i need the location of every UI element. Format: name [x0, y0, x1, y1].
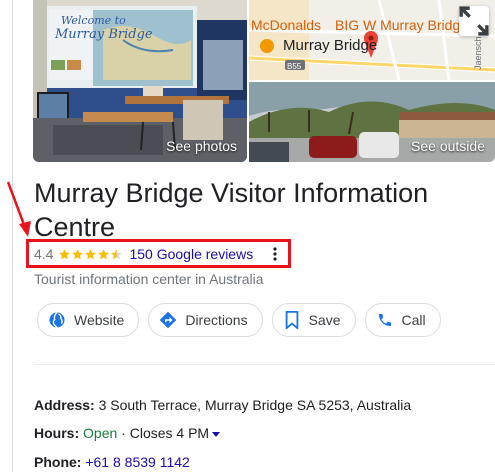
bookmark-icon: [283, 311, 301, 329]
rating-value: 4.4: [34, 246, 54, 262]
directions-label: Directions: [185, 312, 248, 328]
hours-status: Open: [83, 425, 118, 441]
phone-icon: [376, 311, 394, 329]
address-row: Address: 3 South Terrace, Murray Bridge …: [34, 397, 411, 413]
map-label-road: B55: [287, 62, 302, 71]
photo-outside[interactable]: See outside: [249, 82, 495, 162]
address-label: Address:: [34, 397, 95, 413]
sign-text-2: Murray Bridge: [54, 27, 153, 42]
phone-value[interactable]: +61 8 8539 1142: [85, 454, 189, 470]
directions-button[interactable]: Directions: [148, 303, 263, 337]
section-divider: [34, 364, 495, 365]
map-label-street: Jaensch: [473, 36, 483, 70]
address-value: 3 South Terrace, Murray Bridge SA 5253, …: [98, 397, 412, 413]
star-icon: [59, 248, 71, 259]
website-button[interactable]: Website: [37, 303, 140, 337]
website-label: Website: [74, 312, 125, 328]
hours-row: Hours: Open · Closes 4 PM: [34, 425, 221, 441]
call-label: Call: [401, 312, 426, 328]
map-label-place: Murray Bridge: [283, 37, 377, 54]
hours-dropdown-icon[interactable]: [212, 431, 221, 437]
star-icon: [98, 248, 110, 259]
photo-main[interactable]: Welcome to Murray Bridge See photos: [33, 0, 247, 162]
call-button[interactable]: Call: [364, 303, 441, 337]
directions-icon: [159, 311, 177, 329]
expand-map-button[interactable]: [459, 6, 489, 36]
place-title: Murray Bridge Visitor Information Centre: [34, 178, 429, 242]
phone-row: Phone: +61 8 8539 1142: [34, 454, 190, 470]
map-label-bigw: BIG W Murray Bridge: [335, 17, 468, 33]
map-thumbnail[interactable]: McDonalds BIG W Murray Bridge Murray Bri…: [249, 0, 495, 80]
see-photos-label[interactable]: See photos: [166, 138, 237, 154]
map-label-mcdonalds: McDonalds: [251, 17, 321, 33]
expand-icon: [459, 6, 489, 36]
star-half-icon: [111, 248, 123, 259]
sign-text-1: Welcome to: [61, 14, 126, 27]
action-buttons: Website Directions Save Call: [37, 303, 441, 337]
annotation-arrow-icon: [6, 181, 31, 237]
hours-separator: ·: [121, 425, 126, 441]
star-icon: [85, 248, 97, 259]
rating-row: 4.4 150 Google reviews: [34, 245, 281, 263]
google-reviews-link[interactable]: 150 Google reviews: [129, 246, 253, 262]
save-label: Save: [308, 312, 341, 328]
place-category: Tourist information center in Australia: [34, 271, 264, 287]
more-options-icon[interactable]: [269, 245, 281, 263]
hours-close[interactable]: Closes 4 PM: [130, 425, 209, 441]
globe-icon: [48, 311, 66, 329]
phone-label: Phone:: [34, 454, 82, 470]
see-outside-label[interactable]: See outside: [411, 138, 485, 154]
star-icon: [72, 248, 84, 259]
star-rating: [58, 248, 123, 261]
save-button[interactable]: Save: [271, 303, 356, 337]
hours-label: Hours:: [34, 425, 80, 441]
